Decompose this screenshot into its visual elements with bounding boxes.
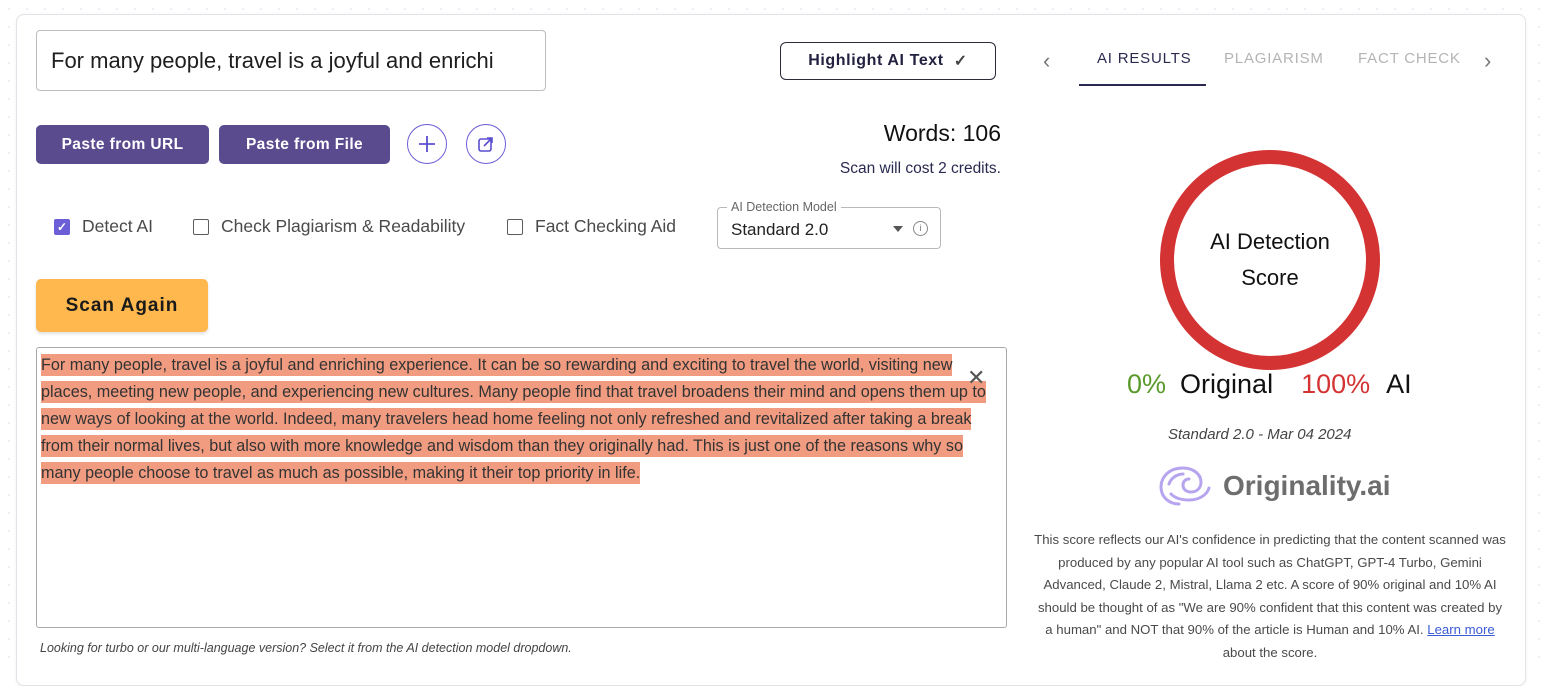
- brain-logo-icon: [1159, 466, 1211, 506]
- ai-label: AI: [1386, 369, 1412, 399]
- score-description: This score reflects our AI's confidence …: [1034, 529, 1506, 665]
- active-tab-indicator: [1079, 84, 1206, 86]
- scan-cost: Scan will cost 2 credits.: [839, 160, 1001, 177]
- chevron-left-icon[interactable]: ‹: [1043, 48, 1050, 74]
- learn-more-link[interactable]: Learn more: [1427, 622, 1494, 637]
- ai-percent: 100%: [1301, 369, 1371, 399]
- model-select-label: AI Detection Model: [727, 200, 841, 214]
- checkbox-checked-icon: [54, 218, 70, 235]
- highlight-ai-text-label: Highlight AI Text: [808, 52, 944, 69]
- checkbox-empty-icon: [193, 218, 209, 235]
- scan-stamp: Standard 2.0 - Mar 04 2024: [1168, 426, 1352, 443]
- score-description-tail: about the score.: [1222, 644, 1318, 660]
- check-plagiarism-checkbox[interactable]: Check Plagiarism & Readability: [193, 216, 465, 237]
- brand-name: Originality.ai: [1223, 470, 1391, 501]
- originality-logo: Originality.ai: [1157, 464, 1391, 508]
- tab-fact-check[interactable]: FACT CHECK: [1358, 50, 1461, 67]
- model-hint: Looking for turbo or our multi-language …: [40, 641, 572, 655]
- export-button[interactable]: [466, 124, 506, 164]
- paste-from-url-button[interactable]: Paste from URL: [36, 125, 209, 164]
- detect-ai-checkbox[interactable]: Detect AI: [54, 216, 153, 237]
- scan-again-button[interactable]: Scan Again: [36, 279, 208, 332]
- caret-down-icon: [893, 226, 903, 232]
- title-input[interactable]: [36, 30, 546, 91]
- chevron-right-icon[interactable]: ›: [1484, 48, 1491, 74]
- fact-checking-checkbox[interactable]: Fact Checking Aid: [507, 216, 676, 237]
- info-icon[interactable]: i: [913, 221, 928, 236]
- paste-from-file-button[interactable]: Paste from File: [219, 125, 390, 164]
- original-percent: 0%: [1127, 369, 1167, 399]
- tab-plagiarism[interactable]: PLAGIARISM: [1224, 50, 1324, 67]
- word-count: Words: 106: [883, 120, 1001, 146]
- ai-score-ring: AI Detection Score: [1160, 150, 1380, 370]
- detect-ai-label: Detect AI: [82, 216, 154, 236]
- original-label: Original: [1180, 369, 1274, 399]
- export-icon: [478, 137, 493, 152]
- model-select-value: Standard 2.0: [731, 220, 829, 239]
- fact-checking-label: Fact Checking Aid: [535, 216, 677, 236]
- checkbox-empty-icon: [507, 218, 523, 235]
- clear-text-icon[interactable]: ✕: [967, 365, 985, 391]
- highlight-ai-text-button[interactable]: Highlight AI Text ✓: [780, 42, 996, 80]
- ai-detection-model-select[interactable]: AI Detection Model Standard 2.0 i: [717, 200, 941, 249]
- plus-icon: [419, 136, 435, 152]
- score-summary: 0% Original 100% AI: [1127, 369, 1412, 400]
- check-plagiarism-label: Check Plagiarism & Readability: [221, 216, 466, 236]
- check-icon: ✓: [953, 53, 968, 70]
- ai-highlighted-text: For many people, travel is a joyful and …: [41, 354, 986, 484]
- ring-title: AI Detection Score: [1210, 229, 1330, 290]
- content-textarea[interactable]: For many people, travel is a joyful and …: [36, 347, 1007, 628]
- tab-ai-results[interactable]: AI RESULTS: [1097, 50, 1191, 67]
- add-button[interactable]: [407, 124, 447, 164]
